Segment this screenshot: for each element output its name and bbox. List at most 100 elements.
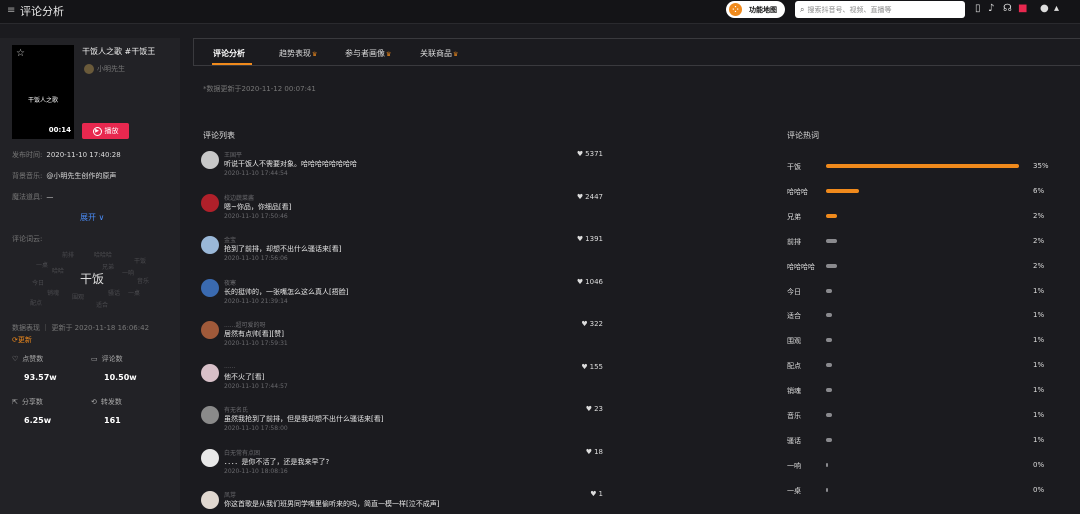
tab-comment-analysis[interactable]: 评论分析 — [213, 48, 245, 59]
commenter-avatar[interactable] — [201, 448, 219, 467]
thumbnail-text: 干饭人之歌 — [27, 97, 58, 104]
user-menu-icon[interactable]: ▴ — [1054, 3, 1059, 14]
commenter-avatar[interactable] — [201, 236, 219, 254]
like-count: 5371 — [585, 150, 603, 158]
commenter-name[interactable]: 凤芽 — [224, 490, 236, 499]
vip-icon: ♛ — [312, 51, 318, 58]
comment-time: 2020-11-10 17:56:06 — [224, 255, 288, 262]
comments-section-title: 评论列表 — [203, 131, 235, 140]
douyin-icon[interactable]: ♪ — [988, 3, 994, 14]
gift-icon[interactable]: ■ — [1018, 3, 1027, 14]
keyword-percent: 0% — [1033, 460, 1045, 469]
avatar[interactable]: ● — [1040, 3, 1049, 14]
video-thumbnail[interactable]: ☆ 干饭人之歌 00:14 — [12, 45, 74, 139]
commenter-name[interactable]: 校边蔬菜酱 — [224, 193, 254, 202]
comment-time: 2020-11-10 17:50:46 — [224, 212, 288, 220]
keyword-label: 围观 — [787, 337, 801, 346]
page-title: 评论分析 — [20, 5, 64, 18]
data-update-row: 数据表现 ｜ 更新于 2020-11-18 16:06:42 — [12, 324, 150, 332]
comment-text: 虽然我抢到了前排，但是我却想不出什么骚话来[看] — [224, 415, 384, 423]
comment-row[interactable]: 凤芽 你这首歌是从我们班男同学嘴里偷听来的吗，简直一模一样[泣不成声] ♥ 1 — [201, 489, 603, 514]
tab-products[interactable]: 关联商品♛ — [420, 48, 458, 59]
commenter-name[interactable]: 有无名氏 — [224, 405, 248, 414]
keyword-row: 前排 2% — [787, 235, 1077, 249]
music-value[interactable]: @小明先生创作的原声 — [46, 172, 116, 180]
comment-row[interactable]: 金宝 抢到了前排，却想不出什么骚话来[看] 2020-11-10 17:56:06 ♥… — [201, 234, 603, 268]
commenter-name[interactable]: 白无常有点困 — [224, 448, 260, 457]
comment-row[interactable]: 校边蔬菜酱 嗯~你品，你细品[看] 2020-11-10 17:50:46 ♥ 2447 — [201, 192, 603, 226]
search-icon: ⌕ — [800, 4, 805, 14]
comment-text: 你这首歌是从我们班男同学嘴里偷听来的吗，简直一模一样[泣不成声] — [224, 500, 440, 508]
keyword-percent: 2% — [1033, 211, 1045, 220]
keyword-percent: 6% — [1033, 186, 1045, 195]
search-input[interactable] — [807, 5, 958, 14]
likes-label: 点赞数 — [22, 355, 44, 363]
like-count: 322 — [589, 320, 603, 328]
commenter-name[interactable]: 夜寒 — [224, 278, 236, 287]
like-count: 1046 — [585, 277, 603, 286]
commenter-avatar[interactable] — [201, 363, 219, 382]
comment-row[interactable]: 有无名氏 虽然我抢到了前排，但是我却想不出什么骚话来[看] 2020-11-10 1… — [201, 404, 603, 438]
comment-text: ．．．．是你不活了，还是我来早了? — [224, 457, 330, 466]
commenter-avatar[interactable] — [201, 406, 219, 424]
comment-text: 听说干饭人不需要对象。哈哈哈哈哈哈哈哈 — [224, 160, 357, 168]
headset-icon[interactable]: ☊ — [1003, 3, 1012, 14]
commenter-name[interactable]: ......超可爱的呀 — [224, 320, 265, 329]
reposts-label: 转发数 — [100, 398, 122, 406]
commenter-name[interactable]: 王国平 — [224, 150, 242, 159]
commenter-name[interactable]: ...... — [224, 363, 235, 370]
commenter-avatar[interactable] — [201, 151, 219, 169]
comment-icon: ▭ — [91, 355, 98, 363]
star-icon[interactable]: ☆ — [16, 48, 25, 59]
menu-icon[interactable]: ≡ — [7, 5, 15, 16]
commenter-name[interactable]: 金宝 — [224, 235, 236, 244]
tab-audience[interactable]: 参与者画像♛ — [345, 48, 391, 59]
refresh-button[interactable]: ⟳更新 — [12, 335, 32, 345]
function-map-button[interactable]: ⁘ 功能地图 — [726, 1, 785, 18]
repost-icon: ⟲ — [91, 398, 97, 406]
search-box[interactable]: ⌕ — [795, 1, 965, 18]
comment-likes: ♥ 1046 — [577, 278, 603, 286]
prop-label: 魔法道具: — [12, 193, 43, 201]
heart-icon: ♥ — [576, 192, 584, 201]
heart-icon: ♥ — [585, 405, 593, 413]
comments-value: 10.50w — [104, 373, 137, 382]
keyword-percent: 0% — [1033, 485, 1045, 494]
comment-row[interactable]: ...... 他不火了[看] 2020-11-10 17:44:57 ♥ 155 — [201, 362, 603, 396]
keyword-label: 哈哈哈 — [787, 187, 808, 196]
commenter-avatar[interactable] — [201, 193, 219, 212]
play-button[interactable]: ▶ 播放 — [82, 123, 129, 139]
like-count: 18 — [594, 447, 603, 456]
phone-icon[interactable]: ▯ — [975, 3, 981, 14]
keyword-label: 一桌 — [787, 486, 801, 495]
comment-time: 2020-11-10 18:08:16 — [224, 467, 288, 475]
comment-likes: ♥ 322 — [581, 320, 603, 328]
keyword-label: 配点 — [787, 362, 801, 371]
comment-row[interactable]: 夜寒 长的挺帅的，一张嘴怎么这么真人[捂脸] 2020-11-10 21:39:14… — [201, 277, 603, 311]
keyword-row: 配点 1% — [787, 359, 1077, 373]
prop-value: — — [46, 193, 54, 201]
comment-row[interactable]: 王国平 听说干饭人不需要对象。哈哈哈哈哈哈哈哈 2020-11-10 17:44:5… — [201, 149, 603, 183]
comment-time: 2020-11-10 21:39:14 — [224, 297, 288, 305]
tab-trend[interactable]: 趋势表现♛ — [279, 48, 317, 59]
keyword-percent: 1% — [1033, 435, 1045, 444]
author[interactable]: 小明先生 — [84, 64, 125, 74]
comment-likes: ♥ 18 — [586, 448, 603, 456]
commenter-avatar[interactable] — [201, 278, 219, 297]
keyword-label: 骚话 — [787, 436, 801, 445]
keyword-bar — [826, 238, 837, 243]
comment-row[interactable]: 白无常有点困 ．．．．是你不活了，还是我来早了? 2020-11-10 18:08:… — [201, 447, 603, 481]
expand-button[interactable]: 展开 ∨ — [80, 212, 104, 223]
play-icon: ▶ — [92, 126, 102, 136]
like-count: 2447 — [585, 192, 603, 201]
keyword-bar — [826, 413, 832, 417]
keyword-label: 销魂 — [787, 387, 801, 396]
comment-time: 2020-11-10 17:58:00 — [224, 425, 288, 432]
author-avatar — [84, 64, 94, 74]
commenter-avatar[interactable] — [201, 491, 219, 509]
video-title[interactable]: 干饭人之歌 #干饭王 — [82, 46, 155, 57]
publish-time-label: 发布时间: — [12, 151, 43, 159]
commenter-avatar[interactable] — [201, 321, 219, 339]
comment-row[interactable]: ......超可爱的呀 居然有点帅[看][赞] 2020-11-10 17:59:3… — [201, 319, 603, 353]
share-icon: ⇱ — [12, 398, 18, 406]
